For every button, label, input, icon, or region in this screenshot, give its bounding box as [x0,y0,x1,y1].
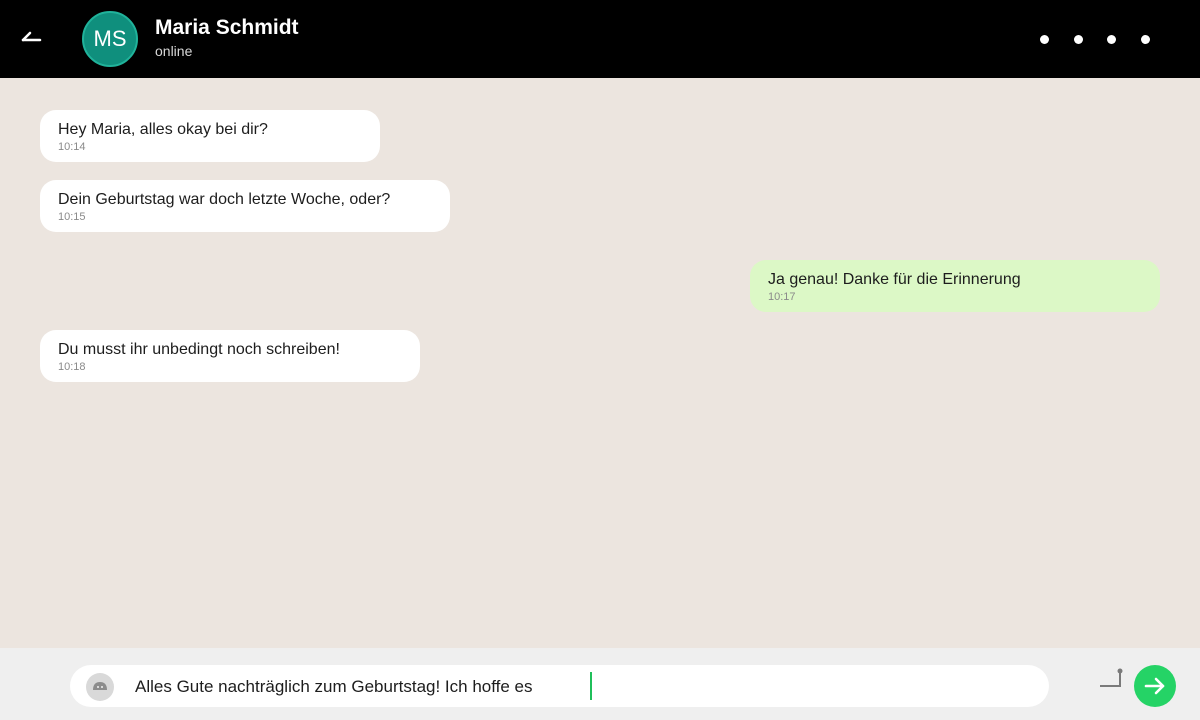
message-outgoing[interactable]: Ja genau! Danke für die Erinnerung 10:17 [750,260,1160,312]
send-button[interactable] [1134,665,1176,707]
more-options-button[interactable] [1040,34,1150,44]
more-options-icon [1073,34,1083,44]
message-text: Ja genau! Danke für die Erinnerung [768,271,1021,288]
attach-icon [1100,668,1123,687]
message-time: 10:17 [768,291,796,303]
back-button[interactable] [18,24,46,52]
more-options-icon [1107,34,1117,44]
text-caret [590,672,592,700]
message-incoming[interactable]: Dein Geburtstag war doch letzte Woche, o… [40,180,450,232]
emoji-icon [93,682,107,690]
message-text: Dein Geburtstag war doch letzte Woche, o… [58,191,391,208]
avatar[interactable]: MS [82,11,138,67]
contact-name[interactable]: Maria Schmidt [155,16,299,40]
chat-window: MS Maria Schmidt online Hey Maria, alles… [0,0,1200,720]
attach-button[interactable] [1098,666,1126,692]
message-time: 10:14 [58,141,86,153]
message-time: 10:18 [58,361,86,373]
chat-header: MS Maria Schmidt online [0,0,1200,78]
avatar-initials: MS [93,26,127,51]
message-text: Du musst ihr unbedingt noch schreiben! [58,341,340,358]
more-options-icon [1040,34,1049,44]
more-options-icon [1140,34,1150,44]
composer-bar: Alles Gute nachträglich zum Geburtstag! … [0,648,1200,720]
contact-status: online [155,43,193,59]
back-arrow-icon [21,31,42,42]
message-input[interactable]: Alles Gute nachträglich zum Geburtstag! … [135,677,533,697]
send-arrow-icon [1144,677,1165,695]
message-input-box[interactable]: Alles Gute nachträglich zum Geburtstag! … [70,665,1049,707]
message-incoming[interactable]: Hey Maria, alles okay bei dir? 10:14 [40,110,380,162]
emoji-button[interactable] [86,673,114,701]
message-incoming[interactable]: Du musst ihr unbedingt noch schreiben! 1… [40,330,420,382]
message-time: 10:15 [58,211,86,223]
message-text: Hey Maria, alles okay bei dir? [58,121,268,138]
